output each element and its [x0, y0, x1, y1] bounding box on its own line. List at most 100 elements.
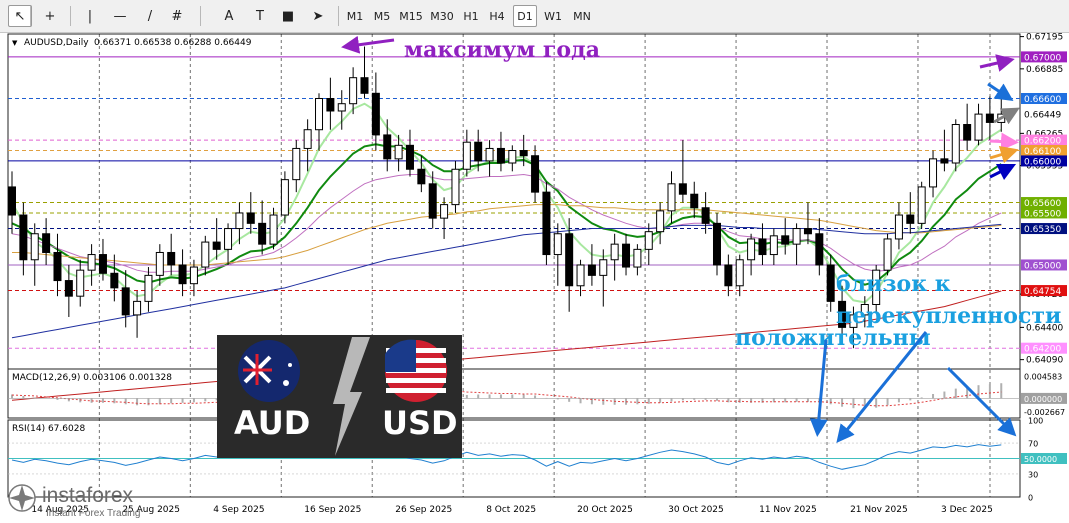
instaforex-logo-icon [8, 484, 36, 512]
candle-bear [565, 233, 574, 287]
text-tool[interactable]: A [217, 5, 241, 27]
date-tick-label: 3 Dec 2025 [941, 505, 993, 515]
candle-bear [360, 77, 369, 94]
candle-bull [292, 147, 301, 181]
usa-flag-stripe [386, 388, 446, 393]
annotation-overbought-1: близок к [836, 271, 951, 297]
date-tick-label: 11 Nov 2025 [759, 505, 817, 515]
australia-flag-star [288, 363, 292, 367]
candle-bull [917, 186, 926, 224]
vertical-line-tool[interactable]: | [78, 5, 102, 27]
candle-bear [42, 233, 51, 253]
annotation-positive: положительны [735, 325, 931, 351]
quote-currency-label: USD [382, 404, 458, 442]
rsi-level-label: 50.0000 [1024, 455, 1057, 464]
timeframe-d1[interactable]: D1 [513, 5, 537, 27]
toolbar-separator [30, 6, 31, 26]
date-tick-label: 26 Sep 2025 [395, 505, 452, 515]
rsi-tick-label: 70 [1028, 440, 1038, 449]
level-price-label: 0.64200 [1024, 345, 1061, 355]
candle-bull [951, 124, 960, 164]
ohlc-label: 0.66371 0.66538 0.66288 0.66449 [94, 38, 252, 48]
date-tick-label: 4 Sep 2025 [213, 505, 264, 515]
candle-bull [667, 183, 676, 212]
arrows-tool[interactable]: ➤ [306, 5, 330, 27]
candle-bear [212, 241, 221, 250]
crosshair-tool[interactable]: + [38, 5, 62, 27]
toolbar: ↖ + | — / # A T ■ ➤ M1 M5 M15 M30 H1 H4 D1 W1 MN [0, 0, 1069, 33]
candle-bear [587, 264, 596, 276]
candle-bull [280, 179, 289, 216]
candle-bull [440, 204, 449, 219]
candle-bull [610, 243, 619, 261]
candle-bull [303, 129, 312, 149]
candle-bear [678, 183, 687, 195]
current-price-label: 0.66449 [1024, 111, 1061, 121]
trendline-tool[interactable]: / [138, 5, 162, 27]
macd-tick-label: 0.004583 [1024, 372, 1062, 381]
candle-bear [178, 264, 187, 285]
candle-bear [405, 144, 414, 170]
candle-bear [371, 92, 380, 136]
candle-bull [894, 214, 903, 240]
level-price-label: 0.66600 [1024, 95, 1061, 105]
candle-bull [508, 150, 517, 164]
horizontal-line-tool[interactable]: — [108, 5, 132, 27]
candle-bull [76, 269, 85, 297]
timeframe-m30[interactable]: M30 [428, 5, 456, 27]
candle-bull [30, 233, 39, 261]
price-tick-label: 0.67195 [1026, 33, 1063, 43]
candle-bull [189, 266, 198, 285]
candle-bear [496, 147, 505, 164]
shapes-tool[interactable]: ■ [276, 5, 300, 27]
base-currency-label: AUD [234, 404, 310, 442]
level-price-label: 0.66000 [1024, 157, 1061, 167]
date-tick-label: 16 Sep 2025 [304, 505, 361, 515]
toolbar-separator [338, 6, 339, 26]
instaforex-logo: instaforex Instant Forex Trading [8, 484, 141, 519]
level-price-label: 0.65000 [1024, 261, 1061, 271]
candle-bear [803, 228, 812, 235]
australia-flag-star [283, 380, 289, 386]
candle-bull [769, 235, 778, 256]
candle-bull [656, 210, 665, 233]
candle-bear [428, 183, 437, 219]
label-tool[interactable]: T [248, 5, 272, 27]
level-price-label: 0.64754 [1024, 287, 1061, 297]
timeframe-h1[interactable]: H1 [460, 5, 482, 27]
candle-bull [451, 168, 460, 206]
candle-bear [985, 113, 994, 123]
candle-bull [644, 231, 653, 250]
candle-bull [337, 103, 346, 112]
cursor-tool[interactable]: ↖ [8, 5, 32, 27]
timeframe-m15[interactable]: M15 [398, 5, 424, 27]
candle-bull [974, 113, 983, 141]
toolbar-separator [200, 6, 201, 26]
candle-bear [258, 222, 267, 245]
candle-bear [826, 264, 835, 302]
timeframe-mn[interactable]: MN [569, 5, 595, 27]
candle-bear [417, 168, 426, 185]
candle-bull [235, 212, 244, 230]
brand-name: instaforex [42, 484, 134, 507]
candle-bear [963, 124, 972, 141]
date-tick-label: 8 Oct 2025 [486, 505, 536, 515]
candle-bull [144, 274, 153, 302]
timeframe-m5[interactable]: M5 [370, 5, 394, 27]
candle-bear [906, 214, 915, 224]
timeframe-h4[interactable]: H4 [486, 5, 508, 27]
price-tick-label: 0.66885 [1026, 65, 1063, 75]
fibonacci-tool[interactable]: # [165, 5, 189, 27]
candle-bear [64, 280, 73, 297]
brand-tagline: Instant Forex Trading [46, 508, 141, 519]
level-price-label: 0.67000 [1024, 53, 1061, 63]
candle-bear [19, 214, 28, 261]
candle-bear [940, 158, 949, 164]
candle-bear [474, 141, 483, 162]
timeframe-w1[interactable]: W1 [541, 5, 565, 27]
candle-bear [167, 251, 176, 266]
candle-bull [747, 238, 756, 261]
timeframe-m1[interactable]: M1 [344, 5, 366, 27]
toolbar-separator [70, 6, 71, 26]
candle-bull [224, 228, 233, 250]
